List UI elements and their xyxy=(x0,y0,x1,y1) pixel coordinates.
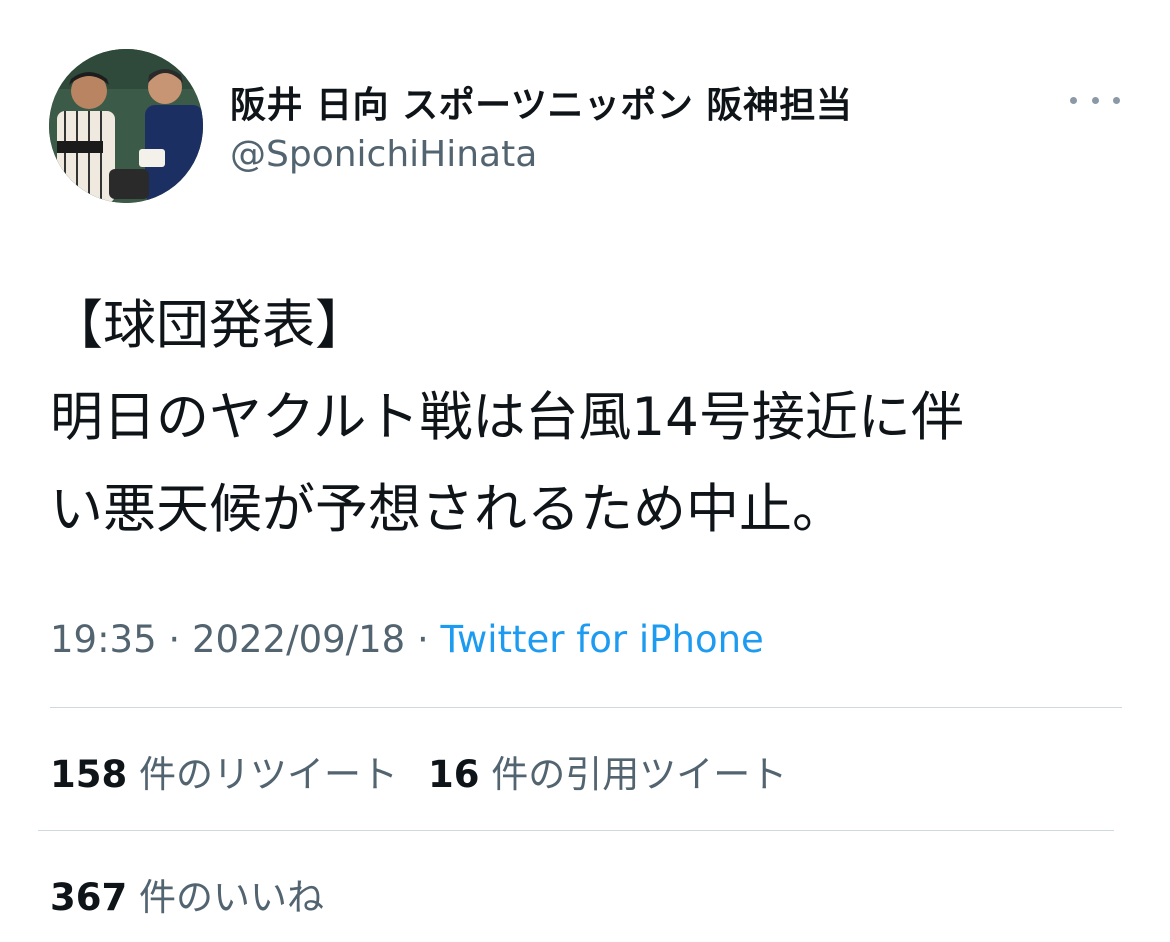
likes-stat[interactable]: 367 件のいいね xyxy=(50,867,324,921)
quote-count: 16 xyxy=(428,753,480,796)
tweet-source-link[interactable]: Twitter for iPhone xyxy=(441,618,764,661)
likes-stats: 367 件のいいね xyxy=(50,867,324,921)
retweet-label: 件のリツイート xyxy=(139,753,398,796)
ellipsis-icon xyxy=(1113,96,1120,104)
divider xyxy=(38,830,1114,831)
like-label: 件のいいね xyxy=(139,876,324,919)
ellipsis-icon xyxy=(1070,96,1077,104)
user-avatar[interactable] xyxy=(49,49,203,203)
tweet-meta: 19:35 · 2022/09/18 · Twitter for iPhone xyxy=(50,618,764,661)
meta-separator: · xyxy=(416,618,429,661)
tweet-text-line: 【球団発表】 xyxy=(50,295,368,356)
tweet-text: 【球団発表】 明日のヤクルト戦は台風14号接近に伴 い悪天候が予想されるため中止… xyxy=(50,280,1140,556)
divider xyxy=(50,707,1122,708)
quotes-stat[interactable]: 16 件の引用ツイート xyxy=(428,744,787,798)
meta-separator: · xyxy=(168,618,181,661)
quote-label: 件の引用ツイート xyxy=(491,753,788,796)
author-display-name[interactable]: 阪井 日向 スポーツニッポン 阪神担当 xyxy=(230,76,852,128)
tweet-text-line: い悪天候が予想されるため中止。 xyxy=(50,479,845,540)
user-avatar-photo-icon xyxy=(49,49,203,203)
tweet-text-line: 明日のヤクルト戦は台風14号接近に伴 xyxy=(50,387,964,448)
tweet-date[interactable]: 2022/09/18 xyxy=(192,618,405,661)
engagement-stats: 158 件のリツイート 16 件の引用ツイート xyxy=(50,744,787,798)
like-count: 367 xyxy=(50,876,128,919)
tweet-time[interactable]: 19:35 xyxy=(50,618,157,661)
retweet-count: 158 xyxy=(50,753,128,796)
ellipsis-icon xyxy=(1091,96,1099,104)
author-handle[interactable]: @SponichiHinata xyxy=(230,134,537,175)
more-options-button[interactable] xyxy=(1070,80,1120,120)
retweets-stat[interactable]: 158 件のリツイート xyxy=(50,744,398,798)
